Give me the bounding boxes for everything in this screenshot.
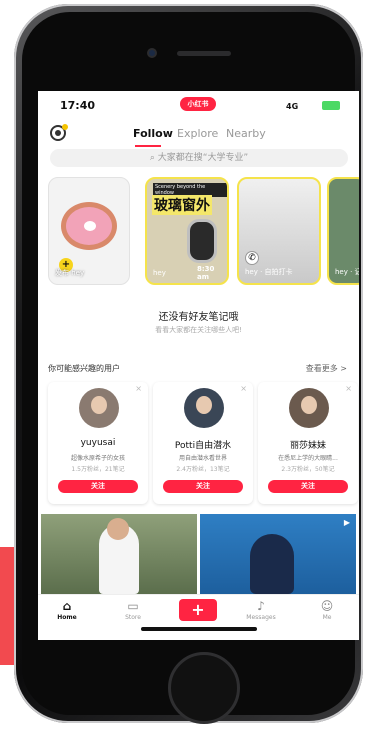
status-bar: 17:40 小红书 4G [38,91,359,119]
user-description: 在悉尼上学的大眼睛... [278,455,338,462]
user-description: 用自由潜水看世界 [178,455,227,462]
avatar [184,388,224,428]
donut-avatar-icon [61,202,117,250]
home-icon: ⌂ [62,599,72,613]
earpiece-speaker [177,51,231,56]
story-time-label: 8:30 am [197,265,215,281]
home-indicator [141,627,257,631]
user-stats: 1.5万粉丝，21笔记 [71,466,125,473]
see-more-link[interactable]: 查看更多 > [306,363,347,374]
battery-icon [322,101,340,110]
brand-pill: 小红书 [180,97,216,111]
store-icon: ▭ [127,599,139,613]
tab-home[interactable]: ⌂ Home [42,599,92,621]
plus-icon[interactable]: + [179,599,217,621]
tab-active-indicator [135,145,161,147]
tab-label: Me [322,614,332,621]
user-card[interactable]: × 丽莎妹妹 在悉尼上学的大眼睛... 2.3万粉丝，50笔记 关注 [258,382,358,504]
story-window-photo[interactable]: Scenery beyond the window 玻璃窗外 8:30 am h… [145,177,229,285]
app-screen: 17:40 小红书 4G Follow Explore Nearby ⌕ 大家都… [38,91,359,640]
story-title: 玻璃窗外 [152,195,212,215]
tab-label: Store [125,614,141,621]
user-stats: 2.4万粉丝，13笔记 [176,466,230,473]
bell-icon: ♪ [257,599,265,613]
close-icon[interactable]: × [135,384,142,393]
tab-label: Messages [246,614,276,621]
stage: 17:40 小红书 4G Follow Explore Nearby ⌕ 大家都… [0,0,369,729]
avatar [289,388,329,428]
tab-label: Home [57,614,77,621]
front-camera [147,48,157,58]
camera-target-icon[interactable] [50,124,68,141]
feed-card-photo[interactable] [41,514,197,594]
airplane-window-image [187,219,217,263]
story-caption: 发布 hey [55,269,85,277]
empty-state-subtitle: 看看大家都在关注哪些人吧! [155,326,242,334]
story-selfie[interactable]: ✆ hey · 自拍打卡 [237,177,321,285]
diver-image [250,534,294,594]
story-caption: hey · 自拍打卡 [245,268,293,276]
story-caption: hey [153,269,166,277]
search-bar[interactable]: ⌕ 大家都在搜“大学专业” [50,149,348,167]
search-placeholder: 大家都在搜“大学专业” [157,153,249,163]
follow-button[interactable]: 关注 [58,480,138,493]
user-name: 丽莎妹妹 [289,441,326,451]
story-caption: hey · 记 [335,268,359,276]
close-icon[interactable]: × [240,384,247,393]
feed-card-video[interactable]: ▶ [200,514,356,594]
user-description: 超像水原希子的女孩 [70,455,125,462]
empty-state-title: 还没有好友笔记哦 [158,312,239,323]
search-icon: ⌕ [149,153,158,163]
story-partial[interactable]: hey · 记 [327,177,359,285]
notification-dot [62,124,68,130]
bottom-tab-bar: ⌂ Home ▭ Store + ♪ Messages ☺ Me [38,594,359,640]
home-button[interactable] [168,652,240,724]
tab-explore[interactable]: Explore [177,127,218,140]
signal-indicator: 4G [286,102,299,111]
follow-button[interactable]: 关注 [268,480,348,493]
tab-nearby[interactable]: Nearby [226,127,266,140]
user-stats: 2.3万粉丝，50笔记 [281,466,335,473]
recommend-heading: 你可能感兴趣的用户 [48,364,120,373]
top-nav: Follow Explore Nearby [38,123,359,147]
tab-store[interactable]: ▭ Store [108,599,158,621]
user-card[interactable]: × Potti自由潜水 用自由潜水看世界 2.4万粉丝，13笔记 关注 [153,382,253,504]
close-icon[interactable]: × [345,384,352,393]
user-name: Potti自由潜水 [174,441,232,451]
user-card[interactable]: × yuyusai 超像水原希子的女孩 1.5万粉丝，21笔记 关注 [48,382,148,504]
red-accent-block [0,547,14,665]
person-icon: ☺ [320,599,334,613]
face-image [107,518,129,540]
play-icon: ▶ [343,518,350,527]
status-time: 17:40 [60,99,96,112]
follow-button[interactable]: 关注 [163,480,243,493]
phone-icon: ✆ [245,251,259,265]
user-name: yuyusai [80,438,116,448]
tab-messages[interactable]: ♪ Messages [236,599,286,621]
tab-follow[interactable]: Follow [133,127,173,140]
avatar [79,388,119,428]
story-my-post[interactable]: + 发布 hey [48,177,130,285]
tab-me[interactable]: ☺ Me [302,599,352,621]
